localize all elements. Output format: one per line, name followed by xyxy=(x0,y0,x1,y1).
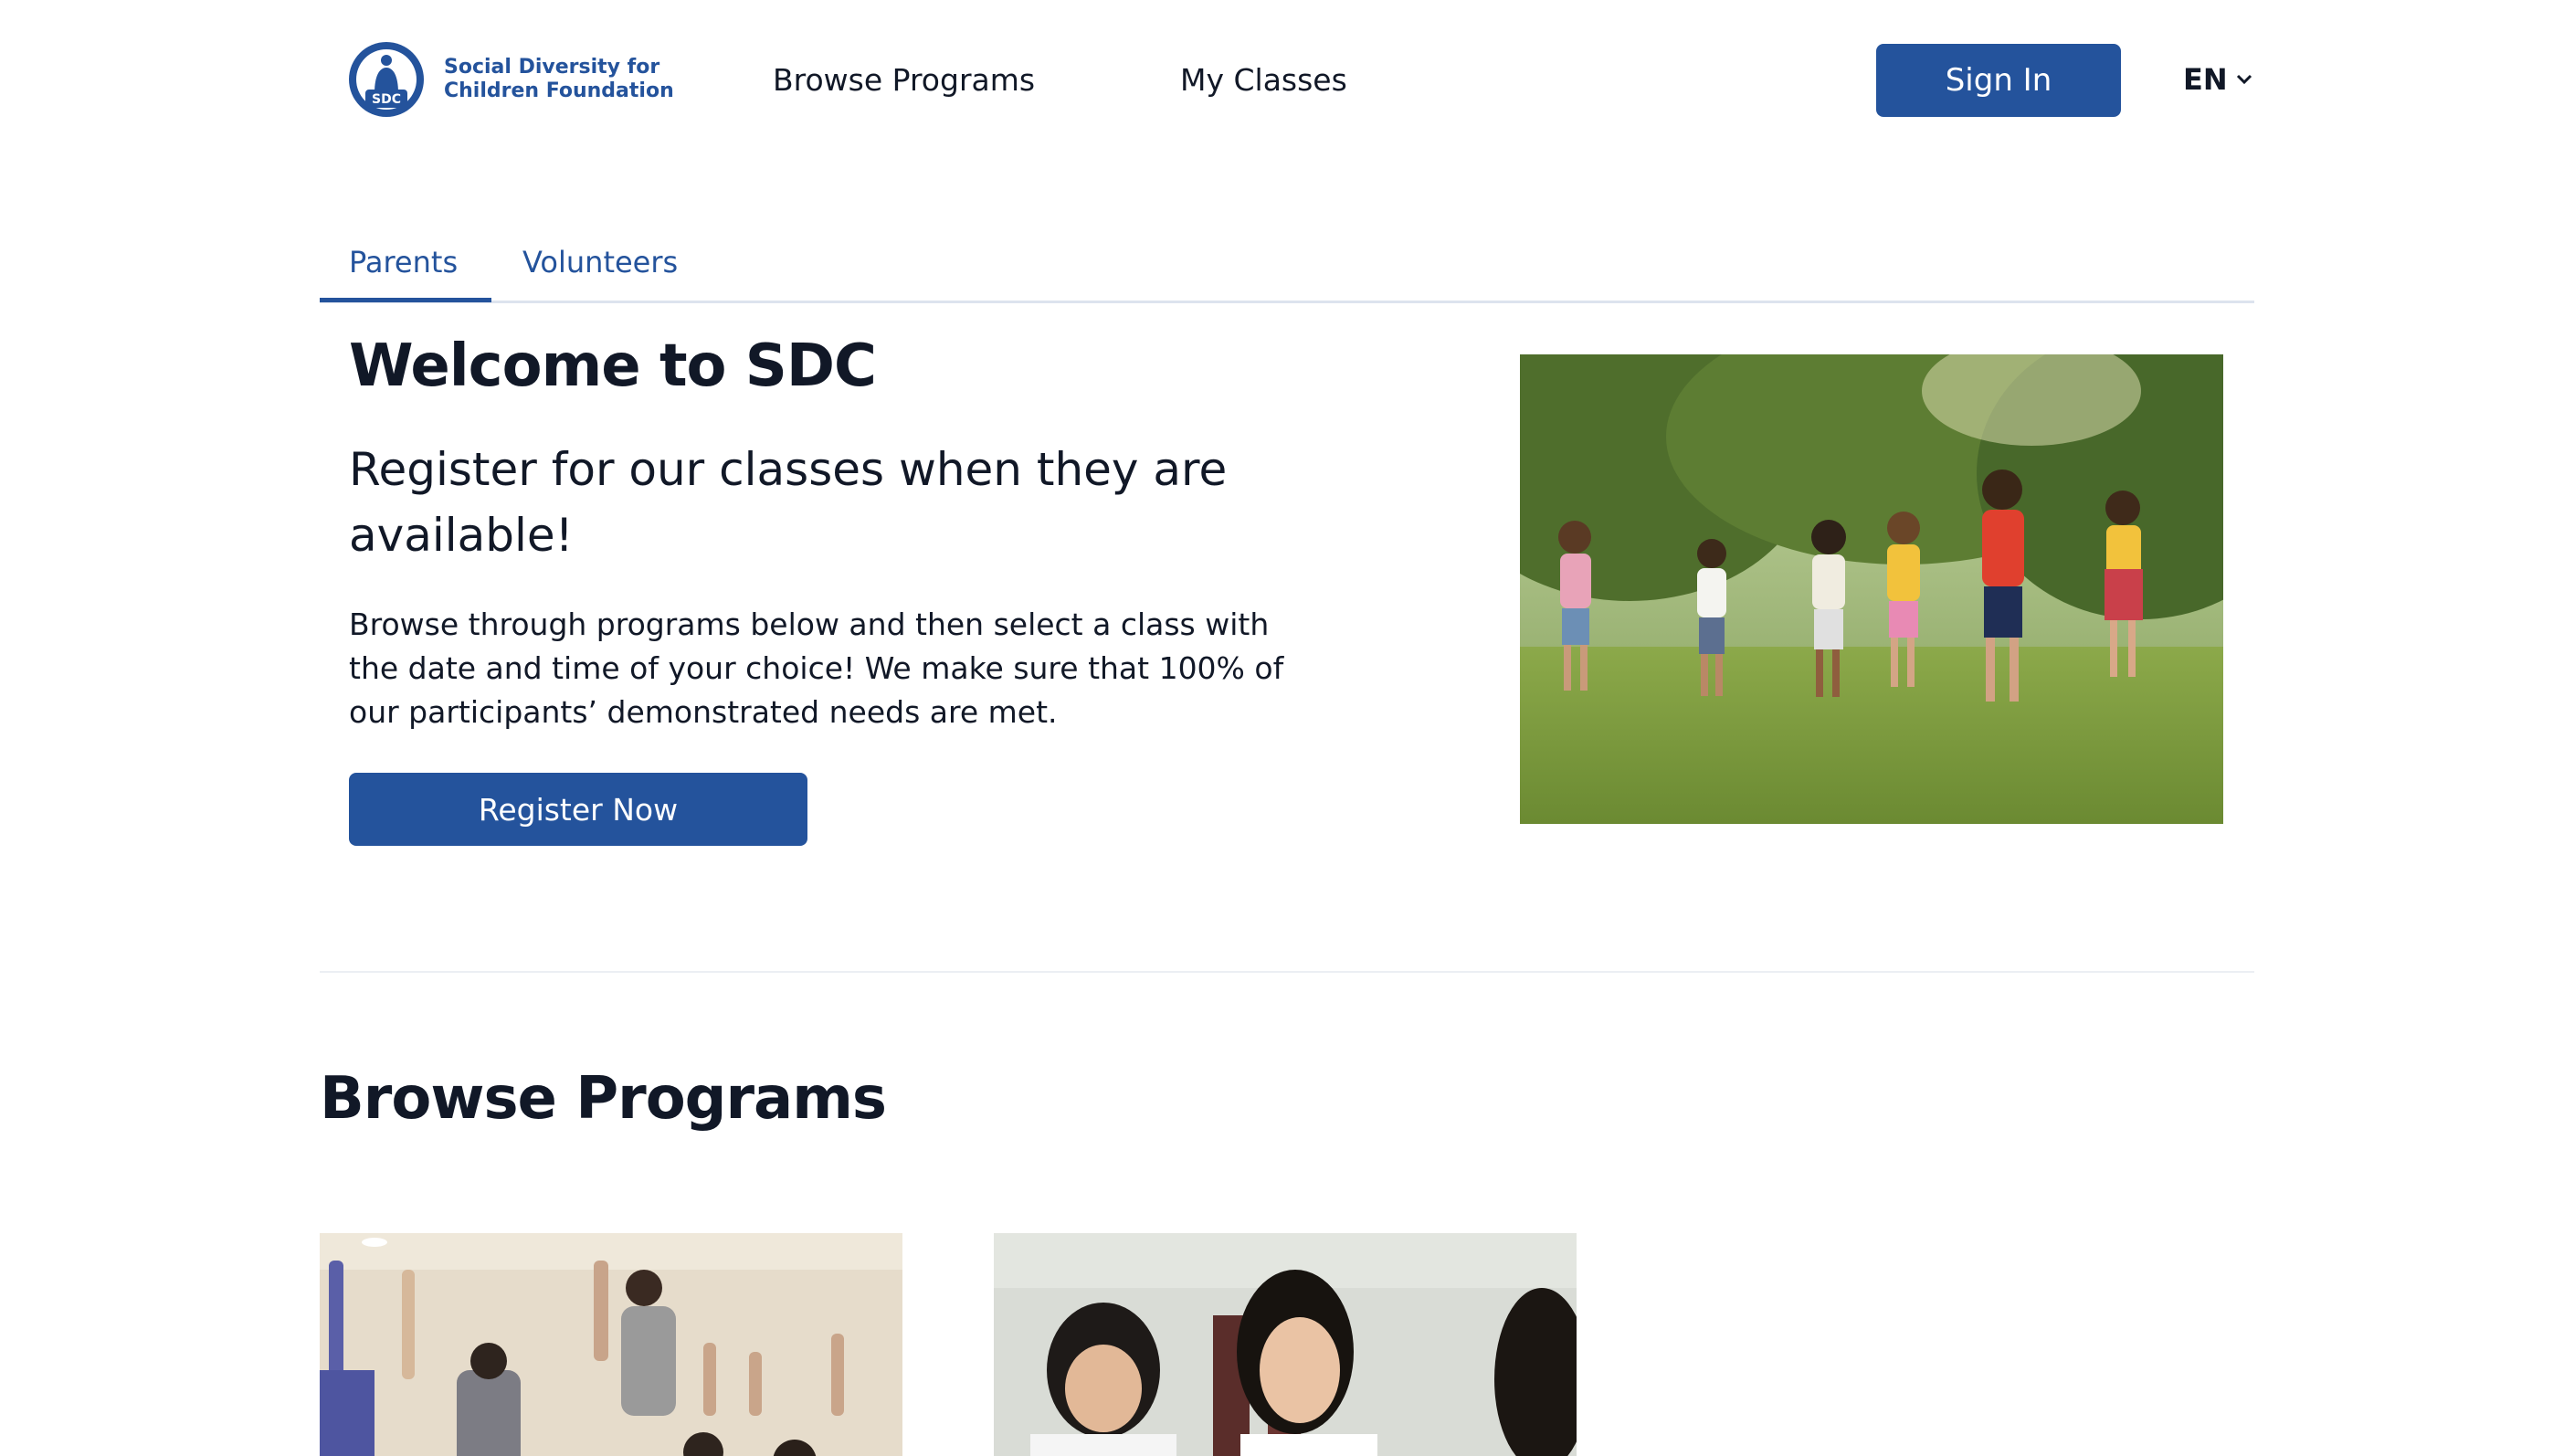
hero-subtitle: Register for our classes when they are a… xyxy=(349,443,1228,562)
nav-browse-programs[interactable]: Browse Programs xyxy=(773,62,1035,98)
sdc-logo-icon: SDC xyxy=(349,42,424,117)
hero-title: Welcome to SDC xyxy=(349,332,877,400)
logo-line-1: Social Diversity for xyxy=(444,56,660,79)
logo[interactable]: SDC Social Diversity for Children Founda… xyxy=(347,40,674,119)
programs-title: Browse Programs xyxy=(320,1065,887,1133)
logo-text: Social Diversity for Children Foundation xyxy=(444,56,674,103)
register-now-button[interactable]: Register Now xyxy=(349,773,807,846)
tab-volunteers[interactable]: Volunteers xyxy=(522,245,678,280)
logo-badge: SDC xyxy=(372,92,401,107)
sign-in-button[interactable]: Sign In xyxy=(1876,44,2121,117)
hero-body: Browse through programs below and then s… xyxy=(349,607,1284,730)
program-card-image-1[interactable] xyxy=(320,1233,902,1456)
language-label: EN xyxy=(2183,62,2228,97)
hero-image-children-running xyxy=(1520,354,2223,824)
page: SDC Social Diversity for Children Founda… xyxy=(0,0,2574,1456)
program-card-image-2[interactable] xyxy=(994,1233,1577,1456)
section-divider xyxy=(320,971,2254,973)
nav-my-classes[interactable]: My Classes xyxy=(1180,62,1347,98)
audience-tabs: Parents Volunteers xyxy=(320,237,2254,303)
tab-parents[interactable]: Parents xyxy=(349,245,458,280)
logo-line-2: Children Foundation xyxy=(444,79,674,102)
active-tab-indicator xyxy=(320,298,491,302)
chevron-down-icon xyxy=(2236,74,2252,85)
language-selector[interactable]: EN xyxy=(2183,62,2253,97)
